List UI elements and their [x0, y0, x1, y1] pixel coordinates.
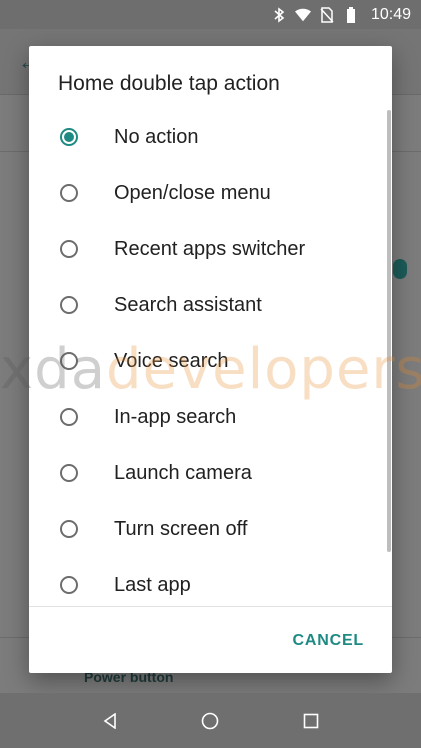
- option-list[interactable]: No action Open/close menu Recent apps sw…: [29, 109, 392, 605]
- option-label: Recent apps switcher: [114, 237, 306, 260]
- option-last-app[interactable]: Last app: [29, 557, 392, 605]
- option-search-assistant[interactable]: Search assistant: [29, 277, 392, 333]
- option-label: Voice search: [114, 349, 229, 372]
- radio-button[interactable]: [60, 464, 78, 482]
- option-recent-apps-switcher[interactable]: Recent apps switcher: [29, 221, 392, 277]
- option-label: Launch camera: [114, 461, 252, 484]
- battery-icon: [343, 6, 359, 23]
- option-voice-search[interactable]: Voice search: [29, 333, 392, 389]
- option-label: No action: [114, 125, 199, 148]
- navigation-bar: [0, 693, 421, 748]
- status-time: 10:49: [370, 5, 411, 23]
- radio-button-checked[interactable]: [60, 128, 78, 146]
- single-choice-dialog: Home double tap action No action Open/cl…: [29, 46, 392, 673]
- status-bar: 10:49: [0, 0, 421, 29]
- option-label: In-app search: [114, 405, 237, 428]
- option-label: Search assistant: [114, 293, 262, 316]
- option-in-app-search[interactable]: In-app search: [29, 389, 392, 445]
- toggle-switch: [393, 259, 407, 279]
- wifi-icon: [294, 7, 311, 23]
- option-label: Open/close menu: [114, 181, 271, 204]
- dialog-divider: [29, 606, 392, 607]
- radio-button[interactable]: [60, 240, 78, 258]
- dialog-title: Home double tap action: [58, 72, 280, 95]
- radio-button[interactable]: [60, 408, 78, 426]
- back-icon[interactable]: [90, 701, 130, 741]
- recents-icon[interactable]: [291, 701, 331, 741]
- option-launch-camera[interactable]: Launch camera: [29, 445, 392, 501]
- scrollbar[interactable]: [387, 110, 391, 552]
- option-open-close-menu[interactable]: Open/close menu: [29, 165, 392, 221]
- radio-button[interactable]: [60, 520, 78, 538]
- option-label: Turn screen off: [114, 517, 248, 540]
- no-sim-icon: [319, 6, 335, 23]
- option-no-action[interactable]: No action: [29, 109, 392, 165]
- radio-button[interactable]: [60, 576, 78, 594]
- cancel-button[interactable]: CANCEL: [293, 632, 364, 650]
- option-turn-screen-off[interactable]: Turn screen off: [29, 501, 392, 557]
- radio-button[interactable]: [60, 296, 78, 314]
- radio-button[interactable]: [60, 352, 78, 370]
- bluetooth-icon: [271, 6, 287, 23]
- radio-button[interactable]: [60, 184, 78, 202]
- home-icon[interactable]: [190, 701, 230, 741]
- option-label: Last app: [114, 573, 191, 596]
